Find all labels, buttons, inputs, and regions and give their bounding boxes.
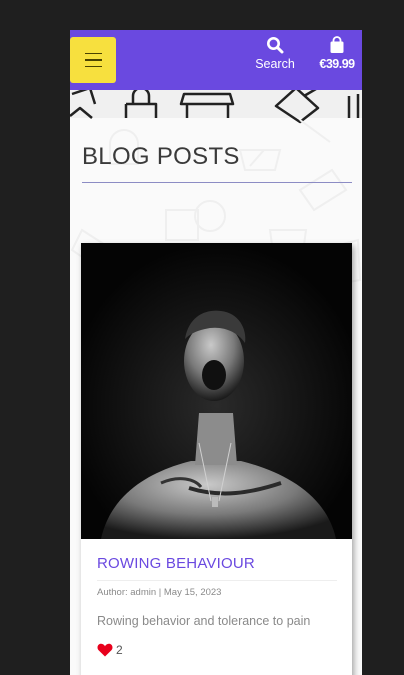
heart-icon <box>97 643 113 657</box>
search-label: Search <box>255 57 295 71</box>
blog-content: BLOG POSTS ROWING BEHAVIOUR Author: admi… <box>70 90 362 675</box>
post-excerpt: Rowing behavior and tolerance to pain <box>97 614 311 628</box>
cart-button[interactable]: €39.99 <box>314 36 360 71</box>
shopping-bag-icon <box>330 36 344 53</box>
post-meta: Author: admin | May 15, 2023 <box>97 587 222 598</box>
search-icon <box>267 37 284 54</box>
cart-total: €39.99 <box>319 57 355 71</box>
top-navbar: Search €39.99 <box>70 30 362 90</box>
post-title-link[interactable]: ROWING BEHAVIOUR <box>97 555 255 572</box>
title-divider <box>82 182 352 183</box>
page-title: BLOG POSTS <box>82 143 240 170</box>
like-count: 2 <box>116 643 123 657</box>
phone-viewport: Search €39.99 BLOG POSTS ROWING BEHAVIOU… <box>70 30 362 675</box>
post-image[interactable] <box>81 243 352 539</box>
post-photo <box>81 243 352 539</box>
like-button[interactable]: 2 <box>97 643 123 657</box>
search-button[interactable]: Search <box>250 36 300 71</box>
hamburger-menu-button[interactable] <box>70 37 116 83</box>
post-divider <box>97 580 337 581</box>
blog-post-card[interactable]: ROWING BEHAVIOUR Author: admin | May 15,… <box>81 243 352 675</box>
